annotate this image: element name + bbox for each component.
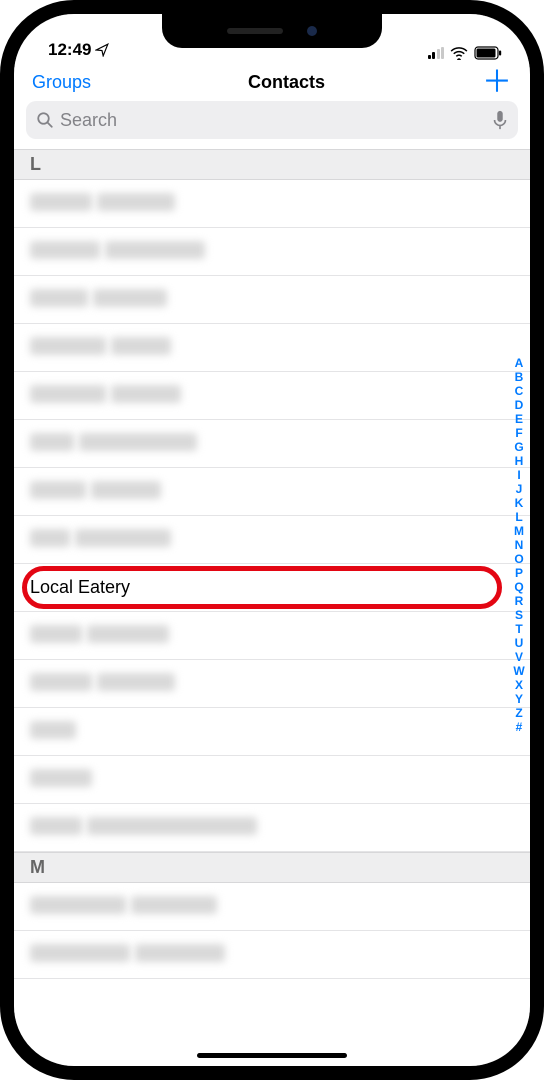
page-title: Contacts [248,72,325,93]
contact-row-redacted[interactable] [14,931,530,979]
index-letter[interactable]: C [512,384,526,398]
home-indicator[interactable] [197,1053,347,1058]
index-letter[interactable]: G [512,440,526,454]
contact-row-redacted[interactable] [14,883,530,931]
index-letter[interactable]: Q [512,580,526,594]
contact-row-redacted[interactable] [14,612,530,660]
index-letter[interactable]: Y [512,692,526,706]
index-letter[interactable]: K [512,496,526,510]
index-letter[interactable]: W [512,664,526,678]
search-field[interactable] [26,101,518,139]
contact-row-redacted[interactable] [14,180,530,228]
index-letter[interactable]: H [512,454,526,468]
index-letter[interactable]: L [512,510,526,524]
contact-row-redacted[interactable] [14,324,530,372]
index-letter[interactable]: S [512,608,526,622]
contact-row-redacted[interactable] [14,516,530,564]
contact-row-redacted[interactable] [14,468,530,516]
groups-button[interactable]: Groups [32,72,91,93]
index-letter[interactable]: J [512,482,526,496]
index-letter[interactable]: # [512,720,526,734]
contact-row-redacted[interactable] [14,372,530,420]
contact-row-redacted[interactable] [14,708,530,756]
index-letter[interactable]: B [512,370,526,384]
index-letter[interactable]: R [512,594,526,608]
contact-row-redacted[interactable] [14,276,530,324]
contacts-list[interactable]: L Local Eatery M [14,149,530,1066]
index-letter[interactable]: O [512,552,526,566]
contact-row-redacted[interactable] [14,228,530,276]
index-letter[interactable]: E [512,412,526,426]
section-header-L: L [14,149,530,180]
cellular-icon [428,47,445,59]
wifi-icon [450,46,468,60]
index-letter[interactable]: X [512,678,526,692]
location-icon [95,43,109,57]
section-header-M: M [14,852,530,883]
index-letter[interactable]: N [512,538,526,552]
add-contact-button[interactable]: ＋ [482,73,512,93]
status-time: 12:49 [48,40,91,60]
index-letter[interactable]: I [512,468,526,482]
contact-row-redacted[interactable] [14,756,530,804]
index-letter[interactable]: M [512,524,526,538]
index-letter[interactable]: V [512,650,526,664]
index-letter[interactable]: Z [512,706,526,720]
contact-row-redacted[interactable] [14,804,530,852]
contact-name: Local Eatery [30,577,130,597]
search-input[interactable] [60,110,492,131]
contact-row-redacted[interactable] [14,420,530,468]
alpha-index[interactable]: ABCDEFGHIJKLMNOPQRSTUVWXYZ# [512,356,526,734]
index-letter[interactable]: T [512,622,526,636]
battery-icon [474,46,502,60]
iphone-frame: 12:49 Groups Contacts ＋ L [0,0,544,1080]
contact-row-local-eatery[interactable]: Local Eatery [14,564,530,612]
index-letter[interactable]: U [512,636,526,650]
microphone-icon[interactable] [492,110,508,130]
nav-bar: Groups Contacts ＋ [14,62,530,101]
search-icon [36,111,54,129]
index-letter[interactable]: F [512,426,526,440]
contact-row-redacted[interactable] [14,660,530,708]
index-letter[interactable]: A [512,356,526,370]
notch [162,14,382,48]
index-letter[interactable]: D [512,398,526,412]
index-letter[interactable]: P [512,566,526,580]
